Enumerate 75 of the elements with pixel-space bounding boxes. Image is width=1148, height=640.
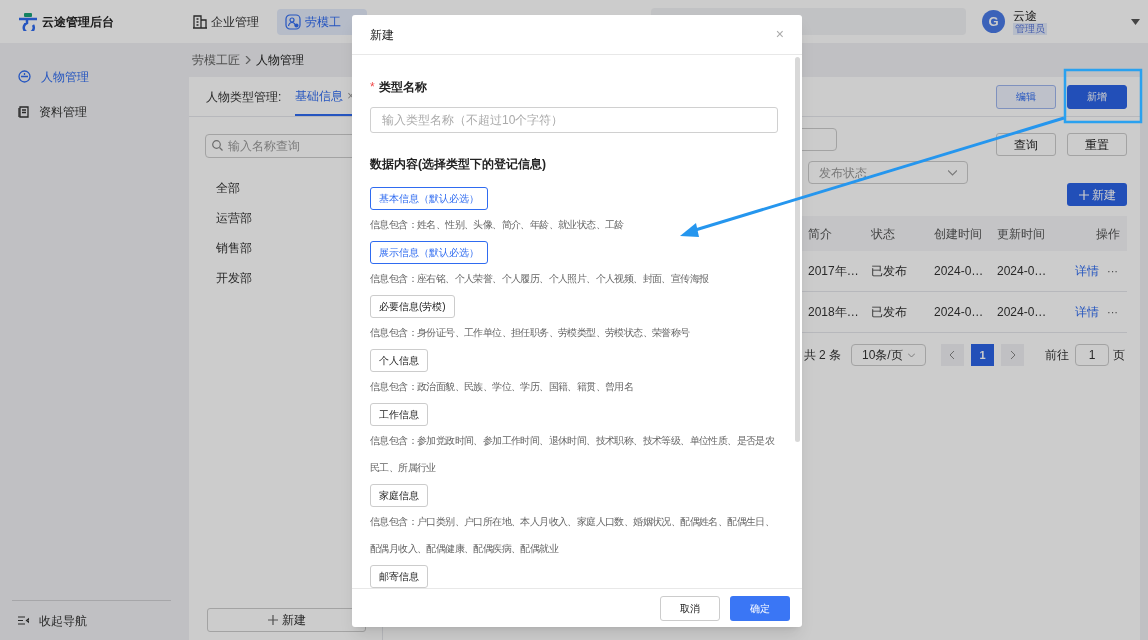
tabs-label: 人物类型管理: <box>205 88 283 106</box>
field-label: 类型名称 <box>378 79 427 96</box>
user-name: 云途 <box>1013 8 1038 23</box>
table-cell-text: 2024-0… <box>934 263 985 280</box>
worker-icon <box>285 13 301 30</box>
next-page-icon <box>1001 344 1024 366</box>
page-input[interactable]: 1 <box>1075 344 1109 366</box>
more-icon[interactable]: ··· <box>1107 262 1118 280</box>
table-cell-text: 2024-0… <box>997 304 1048 321</box>
info-description: 信息包含：户口类别、户口所在地、本人月收入、家庭人口数、婚姻状况、配偶姓名、配偶生日、配偶月收入、配偶健康、配偶疾病、配偶就业 <box>370 515 776 556</box>
breadcrumb-item: 人物管理 <box>256 52 304 69</box>
info-group-tag[interactable]: 工作信息 <box>370 403 428 426</box>
required-mark: * <box>370 79 375 96</box>
dropdown-caret-icon <box>1131 18 1140 25</box>
confirm-button[interactable]: 确定 <box>730 595 790 621</box>
reset-button[interactable]: 重置 <box>1067 133 1127 156</box>
info-group-tag[interactable]: 个人信息 <box>370 349 428 372</box>
total-count: 共 2 条 <box>803 347 841 364</box>
previous-page-icon <box>941 344 964 366</box>
info-group-tag[interactable]: 基本信息（默认必选） <box>370 187 488 210</box>
collapse-icon <box>18 616 29 625</box>
sidebar-item[interactable]: 资料管理 <box>0 94 183 129</box>
plus-icon <box>267 615 278 625</box>
details-link[interactable]: 详情 <box>1075 262 1099 280</box>
column-header: 操作 <box>1095 225 1121 243</box>
building-icon <box>193 14 207 29</box>
collapse-nav[interactable]: 收起导航 <box>12 600 171 640</box>
section-title: 数据内容(选择类型下的登记信息) <box>370 156 547 173</box>
query-button[interactable]: 查询 <box>996 133 1056 156</box>
book-icon <box>18 105 29 118</box>
info-group-tag[interactable]: 邮寄信息 <box>370 565 428 588</box>
info-group-tag[interactable]: 必要信息(劳模) <box>370 295 455 318</box>
page-size-select[interactable]: 10条/页 <box>851 344 926 366</box>
info-group-tag[interactable]: 家庭信息 <box>370 484 428 507</box>
chevron-down-icon <box>908 352 915 358</box>
table-cell-text: 2024-0… <box>934 304 985 321</box>
scrollbar[interactable] <box>795 57 800 442</box>
info-description: 信息包含：座右铭、个人荣誉、个人履历、个人照片、个人视频、封面、宣传海报 <box>370 272 710 286</box>
column-header: 状态 <box>871 225 896 243</box>
avatar: G <box>982 10 1005 33</box>
column-header: 更新时间 <box>997 225 1046 243</box>
table-cell-text: 2024-0… <box>997 263 1048 280</box>
breadcrumb-item[interactable]: 劳模工匠 <box>192 51 240 69</box>
role-badge: 管理员 <box>1013 22 1047 35</box>
column-header: 简介 <box>808 225 833 243</box>
type-name-field[interactable]: 输入类型名称（不超过10个字符） <box>370 107 778 133</box>
cancel-button[interactable]: 取消 <box>660 595 720 621</box>
table-cell-text: 已发布 <box>871 304 908 321</box>
logo-icon <box>18 12 38 31</box>
info-description: 信息包含：政治面貌、民族、学位、学历、国籍、籍贯、曾用名 <box>370 380 635 394</box>
dialog-title: 新建 <box>370 26 394 44</box>
goto-label: 前往 <box>1045 347 1069 364</box>
info-description: 信息包含：身份证号、工作单位、担任职务、劳模类型、劳模状态、荣誉称号 <box>370 326 691 340</box>
info-description: 信息包含：姓名、性别、头像、简介、年龄、就业状态、工龄 <box>370 218 625 232</box>
table-cell-text: 2018年… <box>808 304 860 321</box>
chevron-down-icon <box>948 169 957 176</box>
nav-tab[interactable]: 企业管理 <box>185 8 267 35</box>
sidebar-item[interactable]: 人物管理 <box>0 59 183 94</box>
page-button[interactable]: 1 <box>971 344 994 366</box>
logo-text: 云途管理后台 <box>42 13 114 31</box>
table-cell-text: 已发布 <box>871 263 908 280</box>
more-icon[interactable]: ··· <box>1107 303 1118 321</box>
add-button[interactable]: 新增 <box>1067 84 1127 109</box>
edit-button[interactable]: 编辑 <box>996 84 1056 109</box>
chevron-icon <box>244 56 252 64</box>
column-header: 创建时间 <box>934 225 983 243</box>
info-description: 信息包含：参加党政时间、参加工作时间、退休时间、技术职称、技术等级、单位性质、是否是农民工、所属行业 <box>370 434 776 475</box>
new-button[interactable]: 新建 <box>1067 183 1127 206</box>
plus-icon <box>1078 189 1089 200</box>
info-group-tag[interactable]: 展示信息（默认必选） <box>370 241 488 264</box>
page-unit: 页 <box>1113 347 1125 364</box>
details-link[interactable]: 详情 <box>1075 303 1099 321</box>
person-icon <box>18 70 31 83</box>
table-cell-text: 2017年… <box>808 263 860 280</box>
search-icon <box>212 140 223 151</box>
